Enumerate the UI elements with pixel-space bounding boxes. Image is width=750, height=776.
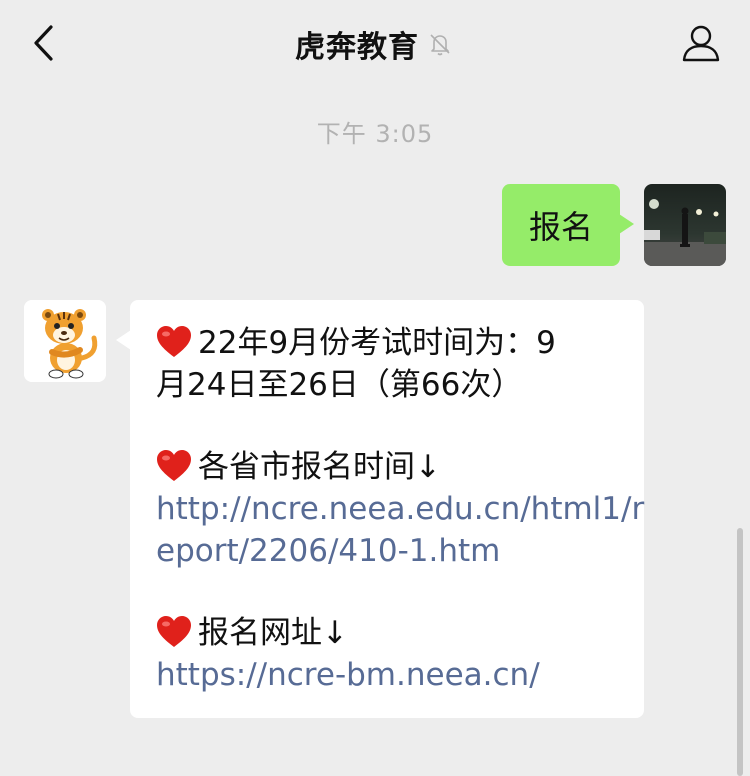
scrollbar[interactable] (737, 528, 743, 776)
person-icon (682, 25, 720, 62)
registration-time-heading: 各省市报名时间↓ (198, 449, 441, 485)
registration-time-link[interactable]: http://ncre.neea.edu.cn/html1/r (156, 488, 644, 530)
title-group: 虎奔教育 (0, 22, 750, 66)
profile-button[interactable] (678, 20, 724, 66)
chat-header: 虎奔教育 (0, 0, 750, 86)
my-avatar[interactable] (644, 184, 726, 266)
sent-message-text: 报名 (528, 208, 593, 246)
registration-url-heading: 报名网址↓ (198, 615, 348, 651)
tiger-avatar[interactable] (24, 300, 106, 382)
message-line: 22年9月份考试时间为：9 (156, 322, 624, 364)
exam-time-text: 22年9月份考试时间为：9 (198, 325, 556, 361)
tiger-mascot-icon (24, 300, 106, 382)
message-timestamp: 下午 3:05 (316, 120, 434, 148)
received-message-bubble[interactable]: 22年9月份考试时间为：9 月24日至26日（第66次） 各省市报名时间↓ ht… (116, 300, 644, 718)
sent-message-bubble[interactable]: 报名 (502, 184, 634, 266)
red-heart-icon (157, 326, 191, 357)
registration-url-link[interactable]: https://ncre-bm.neea.cn/ (156, 654, 624, 696)
registration-time-link-continued[interactable]: eport/2206/410-1.htm (156, 530, 624, 572)
exam-time-text-continued: 月24日至26日（第66次） (156, 367, 523, 403)
night-photo-avatar (644, 184, 726, 266)
message-line: 各省市报名时间↓ (156, 446, 624, 488)
message-line: 报名网址↓ (156, 612, 624, 654)
red-heart-icon (157, 450, 191, 481)
chat-title: 虎奔教育 (295, 30, 419, 65)
red-heart-icon (157, 616, 191, 647)
bell-off-icon (430, 34, 450, 56)
